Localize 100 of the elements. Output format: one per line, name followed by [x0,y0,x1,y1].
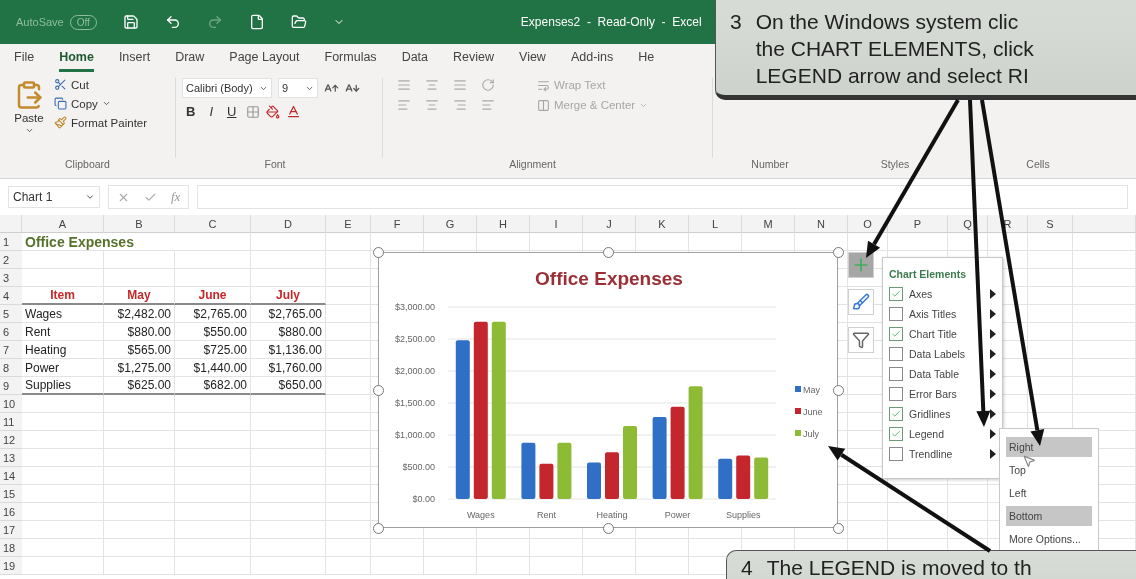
redo-icon[interactable] [206,14,223,30]
folder-icon[interactable] [290,14,307,30]
save-icon[interactable] [122,14,139,30]
resize-handle[interactable] [603,523,614,534]
menu-tab[interactable]: File [14,50,35,72]
menu-item[interactable]: Bottom [1006,506,1092,526]
font-name-field[interactable]: Calibri (Body) [182,78,272,98]
checkbox[interactable] [889,447,903,461]
copy-button[interactable]: Copy [54,97,148,110]
menu-tab[interactable]: Formulas [324,50,377,72]
borders-icon[interactable] [246,104,261,119]
chart-styles-button[interactable] [848,289,874,315]
new-file-icon[interactable] [248,14,265,30]
column-header[interactable]: A [22,215,104,233]
column-header[interactable]: H [477,215,530,233]
column-header[interactable]: K [636,215,689,233]
checkbox[interactable] [889,287,903,301]
menu-item[interactable]: Left [1006,483,1092,503]
menu-tab[interactable]: He [638,50,655,72]
element-label[interactable]: Gridlines [909,408,951,420]
menu-tab[interactable]: Review [453,50,495,72]
element-label[interactable]: Chart Title [909,328,957,340]
menu-tab[interactable]: Add-ins [570,50,614,72]
row-number[interactable]: 10 [0,395,22,413]
column-header[interactable]: I [530,215,583,233]
underline-button[interactable]: U [223,104,241,119]
element-label[interactable]: Axis Titles [909,308,957,320]
chart-filters-button[interactable] [848,327,874,353]
column-header[interactable]: S [1028,215,1073,233]
menu-tab[interactable]: View [519,50,546,72]
row-number[interactable]: 5 [0,305,22,323]
element-label[interactable]: Error Bars [909,388,957,400]
column-header[interactable]: F [371,215,424,233]
menu-tab[interactable]: Draw [175,50,205,72]
undo-icon[interactable] [164,14,181,30]
element-label[interactable]: Axes [909,288,933,300]
resize-handle[interactable] [373,247,384,258]
chart-area[interactable]: Office Expenses $0.00 $500.00 $1,000.00 $1,500.00 $2,000.00 $2,500.00 $3,000.00 Wages Rent Heating Power Supplies May June July [378,252,838,528]
row-number[interactable]: 15 [0,485,22,503]
menu-tab[interactable]: Insert [118,50,151,72]
column-header[interactable]: M [742,215,795,233]
row-number[interactable]: 1 [0,233,22,251]
resize-handle[interactable] [373,385,384,396]
column-header[interactable]: B [104,215,175,233]
menu-item[interactable]: Right [1006,437,1092,457]
checkbox[interactable] [889,427,903,441]
row-number[interactable]: 8 [0,359,22,377]
row-number[interactable]: 11 [0,413,22,431]
row-number[interactable]: 18 [0,539,22,557]
column-header[interactable]: Q [948,215,988,233]
checkbox[interactable] [889,327,903,341]
italic-button[interactable]: I [205,104,217,119]
element-label[interactable]: Trendline [909,448,953,460]
menu-item[interactable]: Top [1006,460,1092,480]
font-color-icon[interactable] [286,104,302,119]
row-number[interactable]: 17 [0,521,22,539]
name-box[interactable]: Chart 1 [8,186,100,208]
checkbox[interactable] [889,367,903,381]
row-number[interactable]: 16 [0,503,22,521]
column-header[interactable]: O [848,215,888,233]
row-number[interactable]: 13 [0,449,22,467]
fill-color-icon[interactable] [266,104,281,119]
column-header[interactable]: D [251,215,326,233]
orientation-icon[interactable] [481,78,495,92]
element-label[interactable]: Data Labels [909,348,966,360]
row-number[interactable]: 7 [0,341,22,359]
menu-tab[interactable]: Page Layout [229,50,300,72]
column-header[interactable]: L [689,215,742,233]
column-header[interactable]: C [175,215,251,233]
row-number[interactable]: 2 [0,251,22,269]
column-header[interactable]: E [326,215,371,233]
column-header[interactable]: J [583,215,636,233]
element-label[interactable]: Legend [909,428,945,440]
menu-item[interactable]: More Options... [1006,529,1092,549]
resize-handle[interactable] [833,385,844,396]
cut-button[interactable]: Cut [54,78,148,91]
row-number[interactable]: 3 [0,269,22,287]
chart-elements-button[interactable] [848,252,874,278]
resize-handle[interactable] [603,247,614,258]
column-header[interactable]: G [424,215,477,233]
row-number[interactable]: 4 [0,287,22,305]
row-number[interactable]: 12 [0,431,22,449]
row-number[interactable]: 9 [0,377,22,395]
resize-handle[interactable] [373,523,384,534]
row-number[interactable]: 6 [0,323,22,341]
menu-tab[interactable]: Data [401,50,429,72]
column-header[interactable]: P [888,215,948,233]
column-header[interactable]: N [795,215,848,233]
formula-input[interactable] [197,185,1128,209]
paste-button[interactable]: Paste [10,78,48,158]
row-number[interactable]: 14 [0,467,22,485]
resize-handle[interactable] [833,523,844,534]
bold-button[interactable]: B [182,104,200,119]
checkbox[interactable] [889,387,903,401]
checkbox[interactable] [889,407,903,421]
row-number[interactable]: 19 [0,557,22,575]
format-painter-button[interactable]: Format Painter [54,116,148,129]
resize-handle[interactable] [833,247,844,258]
checkbox[interactable] [889,347,903,361]
element-label[interactable]: Data Table [909,368,959,380]
